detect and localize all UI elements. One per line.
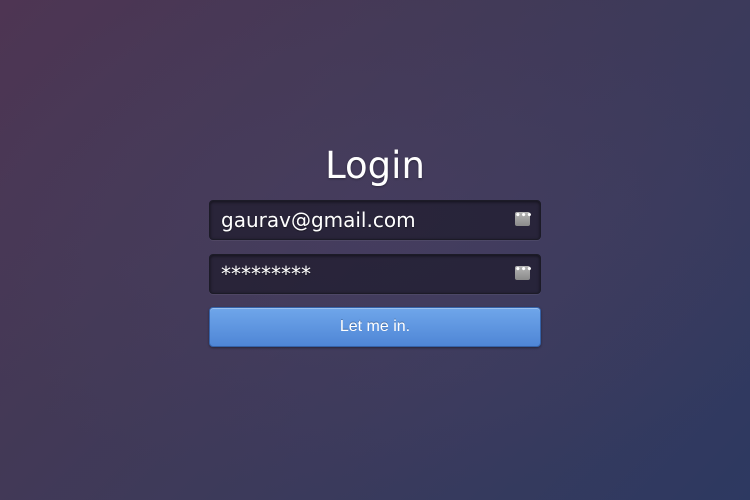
login-button[interactable]: Let me in. [209, 307, 541, 347]
email-field[interactable] [210, 201, 500, 239]
password-field[interactable] [210, 255, 500, 293]
login-form: Login ••• ••• Let me in. [209, 140, 541, 347]
password-manager-icon[interactable]: ••• [515, 266, 532, 280]
email-field-container: ••• [209, 200, 541, 240]
password-field-container: ••• [209, 254, 541, 294]
password-manager-icon[interactable]: ••• [515, 212, 532, 226]
login-title: Login [325, 144, 425, 187]
